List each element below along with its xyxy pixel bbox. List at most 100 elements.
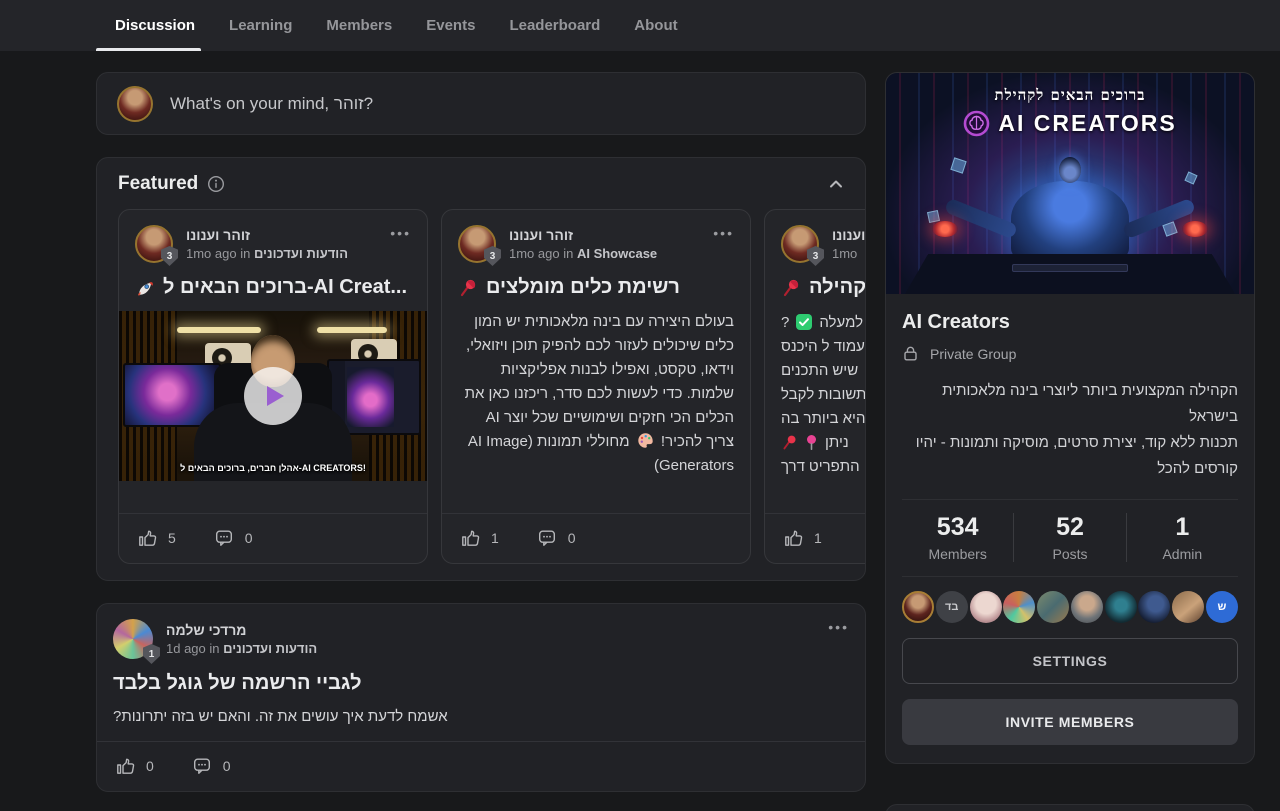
top-nav: Discussion Learning Members Events Leade… xyxy=(0,0,1280,51)
more-options-icon[interactable]: ••• xyxy=(713,225,734,241)
stat-admins[interactable]: 1 Admin xyxy=(1126,513,1238,562)
pushpin-icon xyxy=(781,278,801,298)
chevron-up-icon[interactable] xyxy=(828,176,844,192)
description-line: תכנות ללא קוד, יצירת סרטים, מוסיקה ותמונ… xyxy=(902,430,1238,482)
avatar[interactable]: 3 xyxy=(458,225,496,263)
group-stats: 534 Members 52 Posts 1 Admin xyxy=(902,499,1238,576)
comment-icon[interactable] xyxy=(214,528,234,548)
rocket-icon xyxy=(135,278,155,298)
avatar[interactable]: 3 xyxy=(135,225,173,263)
post-meta: 1d ago in הודעות ועדכונים xyxy=(166,641,317,656)
post-title[interactable]: לגביי הרשמה של גוגל בלבד xyxy=(113,672,849,695)
category-link[interactable]: הודעות ועדכונים xyxy=(254,246,348,261)
category-link[interactable]: AI Showcase xyxy=(577,246,657,261)
member-avatar[interactable] xyxy=(1037,591,1069,623)
description-line: הקהילה המקצועית ביותר ליוצרי בינה מלאכות… xyxy=(902,378,1238,430)
member-avatar[interactable]: ש xyxy=(1206,591,1238,623)
post-footer: 1 xyxy=(765,513,865,563)
palette-icon xyxy=(637,432,654,449)
banner-text: ברוכים הבאים לקהילת AI CREATORS xyxy=(886,86,1254,137)
comment-count: 0 xyxy=(223,758,231,774)
avatar[interactable]: 1 xyxy=(113,619,153,659)
stat-label: Members xyxy=(902,546,1013,562)
video-thumbnail[interactable]: אהלן חברים, ברוכים הבאים ל-AI CREATORS! xyxy=(119,311,427,481)
member-avatar[interactable] xyxy=(1003,591,1035,623)
tab-leaderboard[interactable]: Leaderboard xyxy=(509,0,600,51)
member-avatar[interactable] xyxy=(902,591,934,623)
check-icon xyxy=(795,313,813,331)
featured-header: Featured xyxy=(118,173,844,195)
post-title[interactable]: קהילה xyxy=(781,276,865,299)
member-avatar[interactable] xyxy=(1172,591,1204,623)
avatar[interactable]: 3 xyxy=(781,225,819,263)
more-options-icon[interactable]: ••• xyxy=(390,225,411,241)
category-link[interactable]: הודעות ועדכונים xyxy=(223,641,317,656)
avatar[interactable] xyxy=(117,86,153,122)
post-body-line: דרךהתפריט xyxy=(781,454,865,478)
author-name[interactable]: זוהר וענונו xyxy=(509,227,657,243)
group-banner[interactable]: ברוכים הבאים לקהילת AI CREATORS xyxy=(886,73,1254,294)
main-column: What's on your mind, זוהר? Featured 3 xyxy=(96,72,866,792)
post-meta: 1mo ago in הודעות ועדכונים xyxy=(186,246,348,261)
info-icon[interactable] xyxy=(207,175,225,193)
author-name[interactable]: זוהר וענונו xyxy=(832,227,865,243)
member-avatar[interactable] xyxy=(1105,591,1137,623)
post-body-text: בעולם היצירה עם בינה מלאכותית יש המון כל… xyxy=(465,313,734,450)
like-icon[interactable] xyxy=(137,528,157,548)
comment-icon[interactable] xyxy=(537,528,557,548)
comment-icon[interactable] xyxy=(192,756,212,776)
post-title[interactable]: ברוכים הבאים ל-AI Creat... xyxy=(135,276,411,299)
featured-card-tools[interactable]: 3 זוהר וענונו 1mo ago in AI Showcase •••… xyxy=(441,209,751,564)
like-icon[interactable] xyxy=(115,756,135,776)
settings-button[interactable]: SETTINGS xyxy=(902,638,1238,684)
member-avatar[interactable] xyxy=(1138,591,1170,623)
stat-value: 52 xyxy=(1014,513,1125,542)
level-badge: 3 xyxy=(484,246,501,266)
member-avatar[interactable]: בד xyxy=(936,591,968,623)
feed-post[interactable]: 1 מרדכי שלמה 1d ago in הודעות ועדכונים •… xyxy=(96,603,866,792)
stat-posts[interactable]: 52 Posts xyxy=(1013,513,1125,562)
composer-prompt[interactable]: What's on your mind, זוהר? xyxy=(170,94,373,114)
leaderboard-card: Leaderboard (30-days) xyxy=(885,804,1255,811)
group-privacy: Private Group xyxy=(902,345,1238,362)
play-button-icon[interactable] xyxy=(244,367,302,425)
timestamp: 1mo ago in xyxy=(186,246,250,261)
group-info: AI Creators Private Group הקהילה המקצועי… xyxy=(886,294,1254,763)
text: למעלה xyxy=(819,314,863,331)
post-meta: 1mo xyxy=(832,246,865,261)
member-avatar[interactable] xyxy=(970,591,1002,623)
tab-events[interactable]: Events xyxy=(426,0,475,51)
tab-members[interactable]: Members xyxy=(326,0,392,51)
like-icon[interactable] xyxy=(783,528,803,548)
featured-carousel: 3 זוהר וענונו 1mo ago in הודעות ועדכונים… xyxy=(118,209,865,564)
text: בהביותרהיא xyxy=(781,410,865,427)
tab-about[interactable]: About xyxy=(634,0,677,51)
more-options-icon[interactable]: ••• xyxy=(828,619,849,635)
round-pushpin-icon xyxy=(804,434,819,451)
tab-discussion[interactable]: Discussion xyxy=(115,0,195,51)
banner-figure-head xyxy=(1059,157,1081,183)
timestamp: 1mo ago in xyxy=(509,246,573,261)
invite-members-button[interactable]: INVITE MEMBERS xyxy=(902,699,1238,745)
text: התכניםשיש xyxy=(781,362,858,379)
author-name[interactable]: זוהר וענונו xyxy=(186,227,348,243)
group-name: AI Creators xyxy=(902,311,1238,334)
like-icon[interactable] xyxy=(460,528,480,548)
featured-section: Featured 3 זוהר וענונו xyxy=(96,157,866,581)
stat-members[interactable]: 534 Members xyxy=(902,513,1013,562)
member-avatars: בד ש xyxy=(902,576,1238,623)
text: ? xyxy=(781,314,789,331)
like-count: 0 xyxy=(146,758,154,774)
post-composer[interactable]: What's on your mind, זוהר? xyxy=(96,72,866,135)
member-avatar[interactable] xyxy=(1071,591,1103,623)
lock-icon xyxy=(902,345,919,362)
like-count: 1 xyxy=(491,530,499,546)
author-name[interactable]: מרדכי שלמה xyxy=(166,622,317,638)
post-body: אשמח לדעת איך עושים את זה. והאם יש בזה י… xyxy=(113,706,849,728)
post-title[interactable]: רשימת כלים מומלצים xyxy=(458,276,734,299)
tab-learning[interactable]: Learning xyxy=(229,0,292,51)
decor xyxy=(317,327,387,333)
sidebar: ברוכים הבאים לקהילת AI CREATORS AI Creat… xyxy=(885,72,1255,811)
featured-card-community[interactable]: 3 זוהר וענונו 1mo קהילה ? xyxy=(764,209,865,564)
featured-card-welcome[interactable]: 3 זוהר וענונו 1mo ago in הודעות ועדכונים… xyxy=(118,209,428,564)
